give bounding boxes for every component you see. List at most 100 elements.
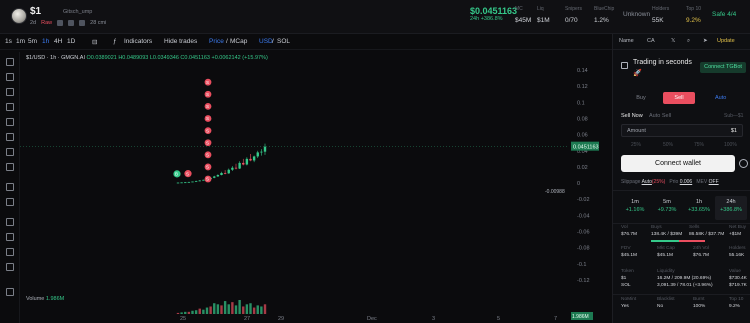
crosshair-icon[interactable] <box>6 58 14 66</box>
update-button[interactable]: Update <box>717 38 735 44</box>
trash-icon[interactable] <box>6 288 14 296</box>
sidebar-tabs: Name CA 𝕏 ⌕ ➤ Update <box>613 34 750 48</box>
slippage-value[interactable]: Auto <box>642 179 652 185</box>
indicators-button[interactable]: Indicators <box>124 38 152 45</box>
volume-bar <box>187 311 191 314</box>
mc-stat: MC $45M <box>515 6 532 24</box>
interval-1h[interactable]: 1h <box>42 38 49 45</box>
fib-icon[interactable] <box>6 118 14 126</box>
price-toggle[interactable]: Price <box>209 38 224 45</box>
token-age: 2d <box>30 20 37 26</box>
brush-icon[interactable] <box>6 133 14 141</box>
token-tagline[interactable]: Gitsch_ump <box>63 9 92 15</box>
y-tick-label: 0.08 <box>577 117 588 123</box>
pattern-icon[interactable] <box>6 103 14 111</box>
tf-5m[interactable]: 5m +9.73% <box>651 196 683 220</box>
volume-bar <box>176 312 180 314</box>
volume-bar <box>205 307 209 314</box>
trade-sidebar: Name CA 𝕏 ⌕ ➤ Update Trading in seconds … <box>612 34 750 323</box>
auto-tab[interactable]: Auto <box>715 92 726 104</box>
zoom-icon[interactable] <box>6 198 14 206</box>
volume-bar <box>213 303 216 314</box>
volume-bar <box>249 303 252 314</box>
lines-icon[interactable] <box>6 88 14 96</box>
search-icon[interactable]: ⌕ <box>687 38 690 45</box>
bluechip-stat: BlueChip 1.2% <box>594 6 615 24</box>
volume-bar <box>260 306 263 314</box>
sell-tab[interactable]: Sell <box>663 92 695 104</box>
x-tick-label: 7 <box>554 316 557 322</box>
y-tick-label: 0.06 <box>577 133 588 139</box>
buy-tab[interactable]: Buy <box>621 92 661 104</box>
sol-toggle[interactable]: SOL <box>277 38 290 45</box>
preset-25[interactable]: 25% <box>631 142 641 148</box>
mev-toggle[interactable]: OFF <box>709 179 719 185</box>
interval-1d[interactable]: 1D <box>67 38 75 45</box>
usd-toggle[interactable]: USD <box>259 38 273 45</box>
candle-body <box>176 182 180 184</box>
magnet-icon[interactable] <box>6 218 14 226</box>
x-tick-label: 25 <box>180 316 186 322</box>
trading-promo: Trading in seconds <box>633 59 692 66</box>
sub-hint: Sub—$1 <box>724 113 744 119</box>
candle-body <box>234 167 238 169</box>
rocket-icon: 🚀 <box>633 70 642 77</box>
volume-label: Volume 1.986M <box>26 296 65 302</box>
volume-bar <box>234 305 238 314</box>
price-chart[interactable]: $1/USD · 1h · GMGN.AI O0.0389021 H0.0489… <box>20 50 612 323</box>
connect-tgbot-button[interactable]: Connect TGBot <box>700 62 746 73</box>
volume-bar <box>256 305 259 314</box>
y-tick-label: -0.12 <box>577 278 590 284</box>
tf-1m[interactable]: 1m +1.16% <box>619 196 651 220</box>
telegram-icon[interactable]: ➤ <box>703 38 708 44</box>
volume-bar <box>242 306 245 314</box>
interval-1s[interactable]: 1s <box>5 38 12 45</box>
gear-icon[interactable] <box>739 159 748 168</box>
ca-tab[interactable]: CA <box>647 38 655 44</box>
twitter-icon[interactable] <box>68 20 75 26</box>
eye-icon[interactable] <box>6 263 14 271</box>
web-icon[interactable] <box>57 20 64 26</box>
candle-body <box>242 162 245 165</box>
preset-75[interactable]: 75% <box>694 142 704 148</box>
search-icon[interactable] <box>79 20 86 26</box>
auto-sell-tab[interactable]: Auto Sell <box>649 113 671 119</box>
emoji-icon[interactable] <box>6 163 14 171</box>
candle-body <box>263 146 267 152</box>
candle-body <box>227 169 230 174</box>
lock-icon[interactable] <box>6 233 14 241</box>
token-tag: Raw <box>41 20 53 26</box>
twitter-icon[interactable]: 𝕏 <box>671 38 675 44</box>
volume-bar <box>180 312 183 314</box>
pencil-icon[interactable] <box>6 248 14 256</box>
tf-1h[interactable]: 1h +33.65% <box>683 196 715 220</box>
preset-100[interactable]: 100% <box>724 142 737 148</box>
indicators-icon[interactable]: ƒ <box>113 38 117 45</box>
candle-body <box>191 181 194 183</box>
preset-50[interactable]: 50% <box>663 142 673 148</box>
sell-now-tab[interactable]: Sell Now <box>621 113 643 119</box>
candle-body <box>260 151 263 153</box>
candle-body <box>252 156 256 161</box>
mcap-toggle[interactable]: MCap <box>230 38 247 45</box>
trendline-icon[interactable] <box>6 73 14 81</box>
candle-style-icon[interactable]: ⊟ <box>92 38 97 46</box>
buy-sell-toggle: Buy Sell Auto <box>621 92 743 104</box>
interval-5m[interactable]: 5m <box>28 38 37 45</box>
tf-24h[interactable]: 24h +386.8% <box>715 196 747 220</box>
amount-field[interactable]: Amount $1 <box>621 124 743 137</box>
text-icon[interactable] <box>6 148 14 156</box>
volume-bar <box>216 304 220 314</box>
priority-value[interactable]: 0.006 <box>680 179 693 185</box>
candle-body <box>187 181 191 183</box>
connect-wallet-button[interactable]: Connect wallet <box>621 155 735 172</box>
sell-marker-label: S <box>206 80 209 85</box>
name-tab[interactable]: Name <box>619 38 634 44</box>
interval-1m[interactable]: 1m <box>16 38 25 45</box>
hide-trades-button[interactable]: Hide trades <box>164 38 197 45</box>
volume-axis-label: 1.986M <box>572 314 589 320</box>
ruler-icon[interactable] <box>6 183 14 191</box>
candle-body <box>231 167 234 170</box>
interval-4h[interactable]: 4H <box>54 38 62 45</box>
volume-bar <box>209 306 212 314</box>
